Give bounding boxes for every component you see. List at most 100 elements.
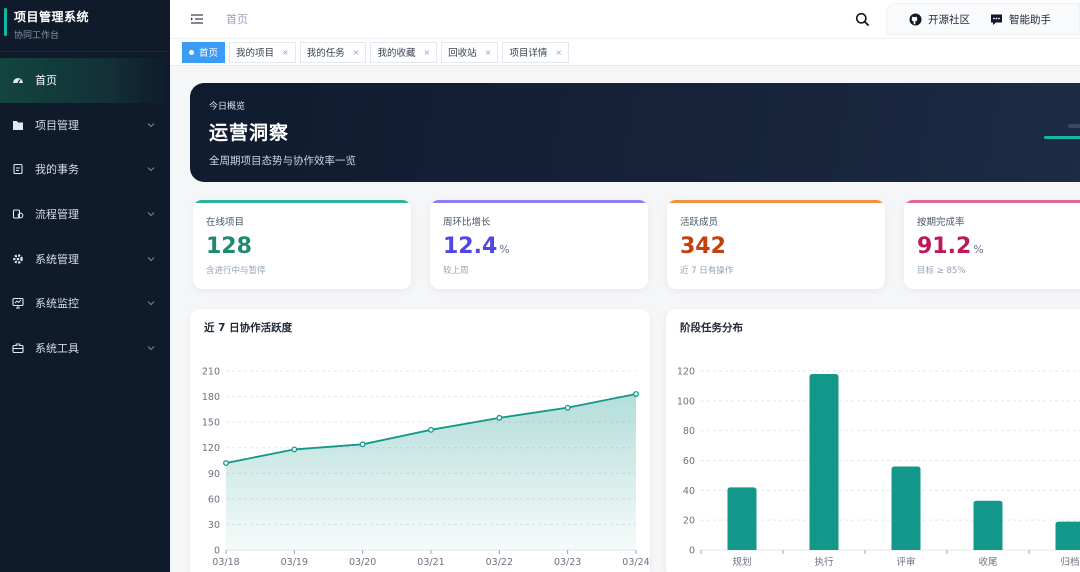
top-header: 首页 开源社区 智能助手 [170,0,1080,38]
stat-card-active-members: 活跃成员 342 近 7 日有操作 [667,200,885,289]
y-tick-label: 40 [683,486,695,497]
activity-chart-card: 近 7 日协作活跃度 0 30 60 90 120 150 180 210 03/18 03/19… [190,309,650,572]
tab-my-favorites[interactable]: 我的收藏 × [370,41,438,63]
close-icon[interactable]: × [353,48,360,57]
sidebar-item-label: 系统工具 [35,341,79,355]
stat-label: 按期完成率 [917,217,965,228]
y-tick-label: 180 [202,392,220,403]
hero-decoration [1068,124,1080,128]
tab-project-detail[interactable]: 项目详情 × [502,41,570,63]
tab-my-projects[interactable]: 我的项目 × [229,41,296,63]
sidebar-item-system-admin[interactable]: 系统管理 [0,236,170,281]
y-tick-label: 0 [689,546,695,557]
app-subtitle: 协同工作台 [14,31,60,41]
tab-label: 我的收藏 [377,48,416,59]
stat-value: 128 [206,234,252,259]
stat-card-on-time-rate: 按期完成率 91.2% 目标 ≥ 85% [904,200,1080,289]
monitor-icon [12,297,24,309]
header-pill: 开源社区 智能助手 [886,3,1080,35]
hero-banner: 今日概览 运营洞察 全周期项目态势与协作效率一览 [190,83,1080,182]
y-tick-label: 60 [683,456,695,467]
x-tick-label: 03/18 [212,557,239,568]
x-tick-label: 评审 [896,556,915,568]
active-dot [189,49,194,55]
stat-sub: 近 7 日有操作 [680,266,734,276]
stat-card-online-projects: 在线项目 128 含进行中与暂停 [193,200,411,289]
header-actions: 开源社区 智能助手 [848,0,1080,38]
tab-label: 回收站 [448,48,477,59]
sidebar-item-system-tools[interactable]: 系统工具 [0,326,170,371]
hero-title: 运营洞察 [209,122,290,144]
sidebar-item-label: 系统监控 [35,297,79,311]
stat-label: 在线项目 [206,217,245,228]
search-button[interactable] [848,5,876,33]
chevron-down-icon [147,167,155,172]
x-tick-label: 归档 [1060,556,1079,568]
tab-label: 我的项目 [236,48,275,59]
y-tick-label: 30 [208,520,220,531]
close-icon[interactable]: × [485,48,492,57]
stage-bar-chart: 0 20 40 60 80 100 120 规划 执行 评审 收尾 归档 [677,367,1080,568]
x-tick-label: 03/22 [486,557,513,568]
series-area [226,394,636,550]
x-tick-label: 03/19 [281,557,308,568]
task-icon [12,163,24,175]
tab-label: 我的任务 [306,48,345,59]
data-point [633,391,639,397]
tab-label: 首页 [199,48,219,59]
sidebar-item-my-affairs[interactable]: 我的事务 [0,147,170,192]
y-tick-label: 0 [214,546,220,557]
tab-home[interactable]: 首页 [182,41,226,63]
x-tick-label: 03/23 [554,557,581,568]
close-icon[interactable]: × [555,48,562,57]
tab-recycle-bin[interactable]: 回收站 × [441,41,499,63]
bar [727,487,757,550]
tab-label: 项目详情 [509,48,548,59]
sidebar-item-home[interactable]: 首页 [0,58,170,103]
open-source-button[interactable]: 开源社区 [909,12,970,27]
data-point [496,414,503,421]
x-tick-label: 规划 [732,556,751,568]
data-point [564,404,571,411]
menu-fold-icon[interactable] [190,12,204,26]
bar [891,466,921,550]
stat-value: 91.2 [917,234,972,259]
close-icon[interactable]: × [282,48,289,57]
sidebar-item-label: 我的事务 [35,163,79,177]
bar [809,373,839,550]
stage-chart-card: 阶段任务分布 0 20 40 60 80 100 120 规划 执行 评审 收尾 归档 [666,309,1080,572]
hero-decoration [1044,136,1080,139]
sidebar-item-workflow[interactable]: 流程管理 [0,192,170,237]
bar [973,500,1003,550]
toolbox-icon [12,342,24,354]
chevron-down-icon [147,212,155,217]
stat-card-wow-growth: 周环比增长 12.4% 较上周 [430,200,648,289]
assistant-button[interactable]: 智能助手 [990,12,1051,27]
stat-value: 12.4 [443,234,498,259]
activity-area-chart: 0 30 60 90 120 150 180 210 03/18 03/19 03/20 03/21 0… [202,367,650,569]
y-tick-label: 90 [208,469,220,480]
x-tick-label: 收尾 [978,556,997,568]
chevron-down-icon [147,256,155,261]
sidebar-item-label: 流程管理 [35,208,79,222]
breadcrumb[interactable]: 首页 [226,11,248,27]
close-icon[interactable]: × [423,48,430,57]
sidebar-item-system-monitor[interactable]: 系统监控 [0,281,170,326]
stat-label: 周环比增长 [443,217,491,228]
assistant-label: 智能助手 [1009,13,1051,26]
y-tick-label: 80 [683,426,695,437]
y-tick-label: 120 [202,443,220,454]
tab-my-tasks[interactable]: 我的任务 × [299,41,367,63]
data-point [428,426,434,433]
stat-label: 活跃成员 [680,217,719,228]
y-tick-label: 150 [202,418,220,429]
chevron-down-icon [147,123,155,128]
x-tick-label: 03/24 [622,557,649,568]
workflow-icon [12,208,24,220]
sidebar-item-projects[interactable]: 项目管理 [0,103,170,148]
gear-icon [12,253,24,265]
data-point [359,441,366,448]
data-point [223,460,229,467]
stat-sub: 较上周 [443,266,469,276]
bar [1055,521,1080,550]
